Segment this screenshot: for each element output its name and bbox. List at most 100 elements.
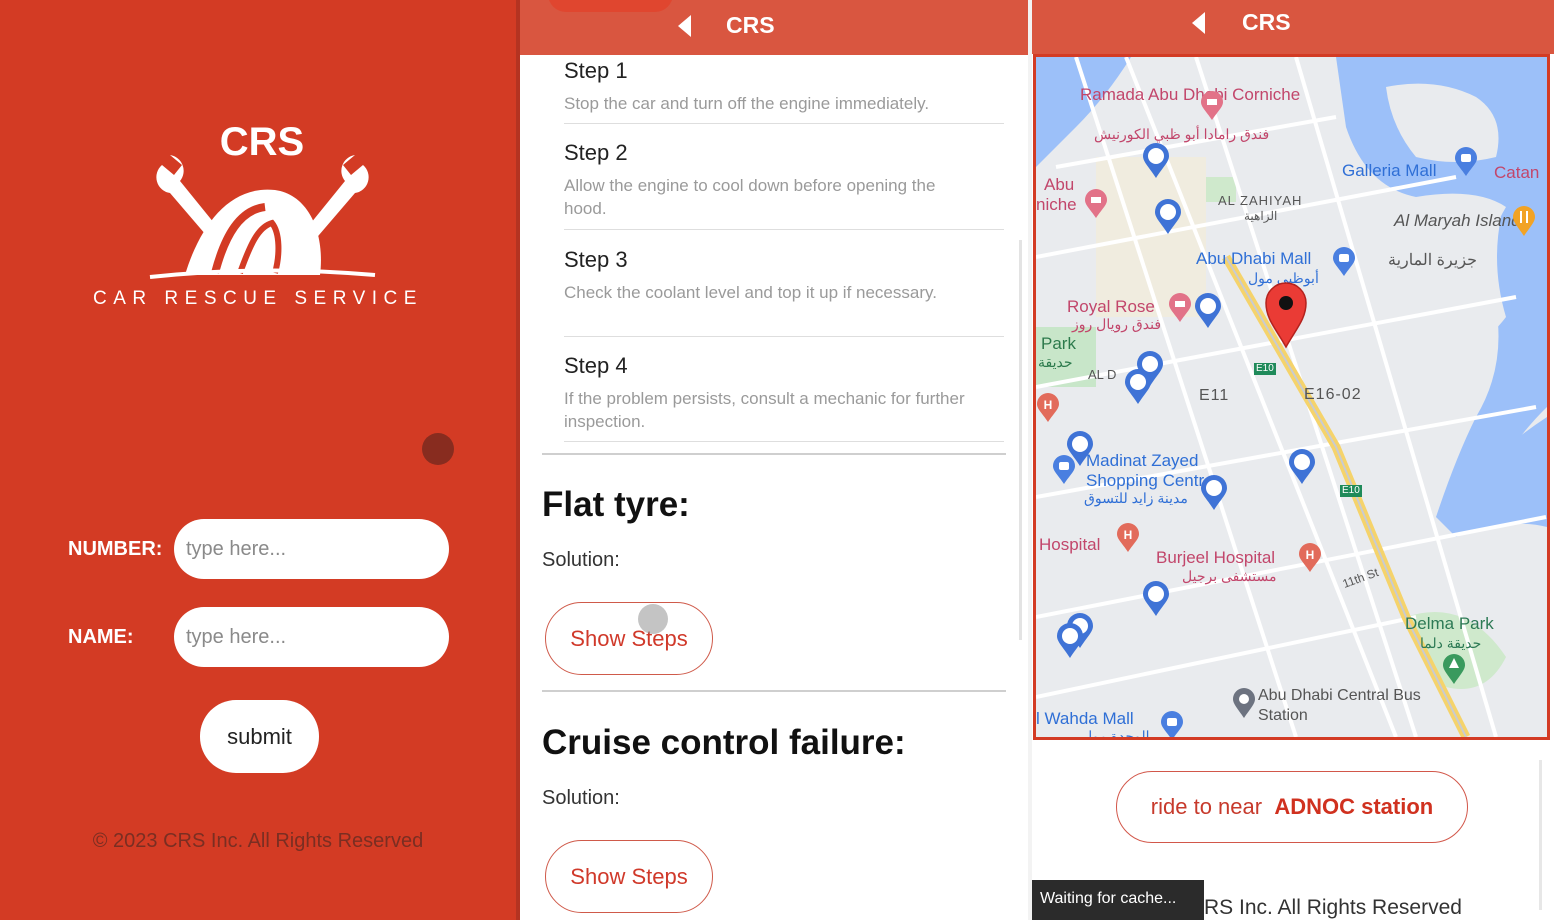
touch-indicator: [422, 433, 454, 465]
map-label-galleria: Galleria Mall: [1342, 161, 1437, 180]
section-divider: [542, 690, 1006, 692]
atm-pin-icon[interactable]: [1288, 449, 1316, 485]
step-title: Step 3: [564, 247, 628, 272]
name-input[interactable]: [174, 607, 449, 667]
ride-to-station-button[interactable]: ride to near ADNOC station: [1116, 771, 1468, 843]
atm-pin-icon[interactable]: [1200, 475, 1228, 511]
restaurant-pin-icon[interactable]: [1512, 205, 1536, 237]
map-label-delma-park: Delma Park: [1405, 614, 1494, 633]
svg-text:H: H: [1124, 528, 1133, 542]
hospital-pin-icon[interactable]: H: [1298, 543, 1322, 573]
hotel-pin-icon[interactable]: [1168, 293, 1192, 323]
divider: [564, 441, 1004, 442]
divider: [564, 229, 1004, 230]
road-shield-e10: E10: [1254, 363, 1276, 375]
divider: [564, 123, 1004, 124]
road-shield-e10: E10: [1340, 485, 1362, 497]
map-label-royal-rose: Royal Rose: [1067, 297, 1155, 316]
map-label-bus-station: Abu Dhabi Central Bus Station: [1258, 687, 1421, 724]
svg-text:H: H: [1306, 548, 1315, 562]
map-screen: CRS Ramada Abu Dhabi Corniche فندق راماد…: [1032, 0, 1554, 920]
login-screen: CRS CAR RESCUE SERVICE NUMBER: NAME: sub…: [0, 0, 516, 920]
location-marker-icon[interactable]: [1264, 281, 1308, 349]
header-tab: [548, 0, 673, 12]
map-label-abu: Abu: [1044, 175, 1075, 194]
ride-label: ride to near: [1150, 794, 1263, 819]
hospital-pin-icon[interactable]: H: [1116, 523, 1140, 553]
step-item: Step 1 Stop the car and turn off the eng…: [564, 58, 982, 115]
atm-pin-icon[interactable]: [1154, 199, 1182, 235]
status-toast: Waiting for cache...: [1032, 880, 1204, 920]
step-title: Step 1: [564, 58, 628, 83]
atm-pin-icon[interactable]: [1142, 581, 1170, 617]
logo-text: CRS: [220, 120, 304, 164]
touch-indicator: [638, 604, 668, 634]
shopping-pin-icon[interactable]: [1052, 455, 1076, 485]
map-label-madinat-zayed-ar: مدينة زايد للتسوق: [1084, 490, 1188, 506]
hotel-pin-icon[interactable]: [1084, 189, 1108, 219]
map-label-al-d: AL D: [1088, 367, 1117, 382]
map-label-corniche: niche: [1036, 195, 1077, 214]
brand-tagline: CAR RESCUE SERVICE: [93, 288, 423, 309]
step-description: If the problem persists, consult a mecha…: [564, 389, 965, 431]
svg-text:H: H: [1044, 398, 1053, 412]
number-label: NUMBER:: [68, 538, 163, 560]
atm-pin-icon[interactable]: [1124, 369, 1152, 405]
show-steps-button[interactable]: Show Steps: [545, 840, 713, 913]
park-pin-icon[interactable]: [1442, 653, 1466, 685]
crs-logo: CRS: [149, 120, 376, 279]
bus-station-pin-icon[interactable]: [1232, 687, 1256, 719]
step-description: Allow the engine to cool down before ope…: [564, 176, 936, 218]
map-label-abu-dhabi-mall: Abu Dhabi Mall: [1196, 249, 1312, 268]
map-label-al-maryah-ar: جزيرة المارية: [1388, 252, 1478, 269]
app-header: CRS: [520, 0, 1028, 55]
atm-pin-icon[interactable]: [1142, 143, 1170, 179]
map-label-burjeel: Burjeel Hospital: [1156, 548, 1276, 567]
map-label-e11: E11: [1199, 387, 1230, 404]
map-label-ramada: Ramada Abu Dhabi Corniche: [1080, 85, 1301, 104]
scrollbar[interactable]: [1539, 760, 1542, 910]
map-label-al-maryah: Al Maryah Island: [1394, 211, 1521, 230]
step-item: Step 4 If the problem persists, consult …: [564, 353, 982, 433]
copyright-text: RS Inc. All Rights Reserved: [1204, 896, 1462, 919]
troubleshoot-screen: Step 1 Stop the car and turn off the eng…: [520, 0, 1028, 920]
map-label-burjeel-ar: مستشفى برجيل: [1182, 568, 1277, 584]
section-divider: [542, 453, 1006, 455]
submit-button[interactable]: submit: [200, 700, 319, 773]
show-steps-button[interactable]: Show Steps: [545, 602, 713, 675]
divider: [564, 336, 1004, 337]
atm-pin-icon[interactable]: [1194, 293, 1222, 329]
atm-pin-icon[interactable]: [1056, 623, 1084, 659]
shopping-pin-icon[interactable]: [1332, 247, 1356, 277]
map-label-wahda-mall-ar: الوحدة مول: [1082, 728, 1150, 740]
step-item: Step 3 Check the coolant level and top i…: [564, 247, 982, 304]
name-label: NAME:: [68, 626, 134, 648]
map-view[interactable]: Ramada Abu Dhabi Corniche فندق رامادا أب…: [1033, 54, 1550, 740]
shopping-pin-icon[interactable]: [1454, 147, 1478, 177]
map-label-wahda-mall: l Wahda Mall: [1036, 709, 1134, 728]
map-label-ramada-ar: فندق رامادا أبو ظبي الكورنيش: [1094, 126, 1270, 142]
step-title: Step 2: [564, 140, 628, 165]
map-label-park-ar: حديقة: [1038, 354, 1073, 370]
hospital-pin-icon[interactable]: H: [1036, 393, 1060, 423]
map-label-delma-park-ar: حديقة دلما: [1420, 635, 1482, 651]
map-label-hospital: Hospital: [1039, 535, 1101, 554]
map-label-e16: E16-02: [1304, 386, 1362, 403]
header-title: CRS: [1242, 9, 1291, 35]
number-input[interactable]: [174, 519, 449, 579]
solution-label: Solution:: [542, 549, 620, 571]
scrollbar[interactable]: [1019, 240, 1022, 640]
step-title: Step 4: [564, 353, 628, 378]
step-description: Stop the car and turn off the engine imm…: [564, 94, 930, 113]
map-label-al-zahiyah-ar: الزاهية: [1244, 209, 1278, 223]
step-item: Step 2 Allow the engine to cool down bef…: [564, 140, 982, 220]
hotel-pin-icon[interactable]: [1200, 91, 1224, 121]
shopping-pin-icon[interactable]: [1160, 711, 1184, 740]
header-title: CRS: [726, 12, 775, 38]
copyright-text: © 2023 CRS Inc. All Rights Reserved: [92, 830, 424, 852]
solution-label: Solution:: [542, 787, 620, 809]
section-heading: Flat tyre:: [542, 485, 690, 524]
back-arrow-icon[interactable]: [1192, 12, 1205, 34]
map-label-royal-rose-ar: فندق رويال روز: [1072, 316, 1162, 332]
back-arrow-icon[interactable]: [678, 15, 691, 37]
